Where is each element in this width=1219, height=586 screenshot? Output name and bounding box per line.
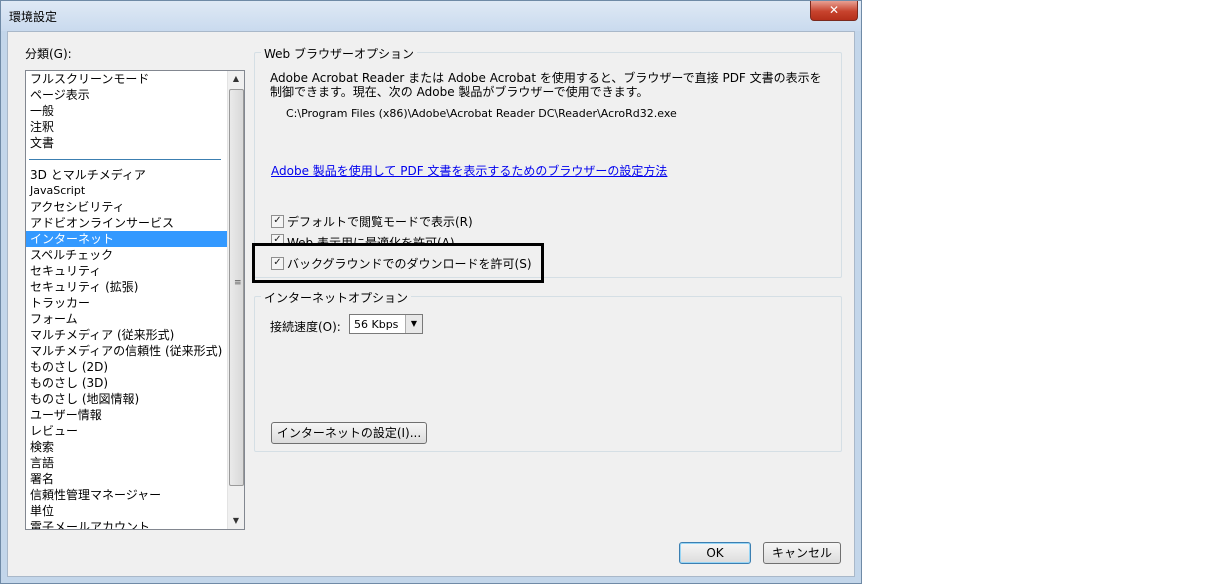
category-item[interactable]: スペルチェック bbox=[26, 247, 229, 263]
category-item[interactable]: 一般 bbox=[26, 103, 229, 119]
cancel-button[interactable]: キャンセル bbox=[763, 542, 841, 564]
category-item[interactable]: マルチメディアの信頼性 (従来形式) bbox=[26, 343, 229, 359]
connection-speed-value: 56 Kbps bbox=[354, 318, 399, 331]
categories-list[interactable]: フルスクリーンモード ページ表示 一般 注釈 文書 3D とマルチメディア JavaScri… bbox=[25, 70, 245, 530]
category-item[interactable]: セキュリティ bbox=[26, 263, 229, 279]
reader-path: C:\Program Files (x86)\Adobe\Acrobat Rea… bbox=[286, 107, 677, 120]
category-item[interactable]: インターネット bbox=[26, 231, 229, 247]
browser-description-line2: 制御できます。現在、次の Adobe 製品がブラウザーで使用できます。 bbox=[270, 85, 649, 99]
checkbox-label: デフォルトで閲覧モードで表示(R) bbox=[287, 215, 473, 229]
close-button[interactable]: ✕ bbox=[810, 1, 858, 21]
category-item[interactable]: アドビオンラインサービス bbox=[26, 215, 229, 231]
category-item[interactable]: JavaScript bbox=[26, 183, 229, 199]
category-item[interactable]: ユーザー情報 bbox=[26, 407, 229, 423]
category-item[interactable]: フルスクリーンモード bbox=[26, 71, 229, 87]
checkbox-icon[interactable]: ✓ bbox=[271, 215, 284, 228]
categories-list-items: フルスクリーンモード ページ表示 一般 注釈 文書 3D とマルチメディア JavaScri… bbox=[26, 71, 229, 529]
categories-label: 分類(G): bbox=[25, 47, 72, 61]
category-item[interactable]: 注釈 bbox=[26, 119, 229, 135]
scroll-up-arrow-icon[interactable]: ▲ bbox=[228, 71, 244, 87]
category-item[interactable]: ものさし (地図情報) bbox=[26, 391, 229, 407]
category-item[interactable]: マルチメディア (従来形式) bbox=[26, 327, 229, 343]
title-bar: 環境設定 ✕ bbox=[1, 1, 861, 31]
browser-options-title: Web ブラウザーオプション bbox=[261, 45, 417, 62]
browser-settings-link[interactable]: Adobe 製品を使用して PDF 文書を表示するためのブラウザーの設定方法 bbox=[271, 162, 667, 179]
preferences-dialog: 環境設定 ✕ 分類(G): フルスクリーンモード ページ表示 一般 注釈 文書 3D とマ… bbox=[0, 0, 862, 584]
category-item[interactable]: 電子メールアカウント bbox=[26, 519, 229, 529]
connection-speed-label: 接続速度(O): bbox=[270, 320, 341, 334]
category-item[interactable]: 署名 bbox=[26, 471, 229, 487]
checkbox-read-mode[interactable]: ✓ デフォルトで閲覧モードで表示(R) bbox=[271, 213, 473, 230]
ok-button[interactable]: OK bbox=[679, 542, 751, 564]
internet-options-group: インターネットオプション 接続速度(O): インターネットの設定(I)... bbox=[254, 289, 842, 452]
scroll-thumb[interactable]: ≡ bbox=[229, 89, 244, 486]
category-separator bbox=[26, 151, 229, 167]
category-item[interactable]: 文書 bbox=[26, 135, 229, 151]
category-item[interactable]: 検索 bbox=[26, 439, 229, 455]
category-item[interactable]: アクセシビリティ bbox=[26, 199, 229, 215]
dialog-body: 分類(G): フルスクリーンモード ページ表示 一般 注釈 文書 3D とマルチメディア J… bbox=[7, 31, 855, 577]
connection-speed-select[interactable]: 56 Kbps ▼ bbox=[349, 314, 423, 334]
grip-icon: ≡ bbox=[234, 278, 242, 288]
window-title: 環境設定 bbox=[9, 10, 58, 24]
categories-scrollbar[interactable]: ▲ ≡ ▼ bbox=[227, 71, 244, 529]
category-item[interactable]: レビュー bbox=[26, 423, 229, 439]
category-item[interactable]: ページ表示 bbox=[26, 87, 229, 103]
internet-options-title: インターネットオプション bbox=[261, 289, 412, 306]
category-item[interactable]: トラッカー bbox=[26, 295, 229, 311]
category-item[interactable]: 単位 bbox=[26, 503, 229, 519]
category-item[interactable]: 言語 bbox=[26, 455, 229, 471]
internet-settings-button[interactable]: インターネットの設定(I)... bbox=[271, 422, 427, 444]
category-item[interactable]: 3D とマルチメディア bbox=[26, 167, 229, 183]
category-item[interactable]: フォーム bbox=[26, 311, 229, 327]
highlight-box bbox=[252, 243, 544, 283]
category-item[interactable]: ものさし (3D) bbox=[26, 375, 229, 391]
category-item[interactable]: 信頼性管理マネージャー bbox=[26, 487, 229, 503]
chevron-down-icon[interactable]: ▼ bbox=[405, 315, 422, 333]
scroll-down-arrow-icon[interactable]: ▼ bbox=[228, 513, 244, 529]
category-item[interactable]: セキュリティ (拡張) bbox=[26, 279, 229, 295]
category-item[interactable]: ものさし (2D) bbox=[26, 359, 229, 375]
